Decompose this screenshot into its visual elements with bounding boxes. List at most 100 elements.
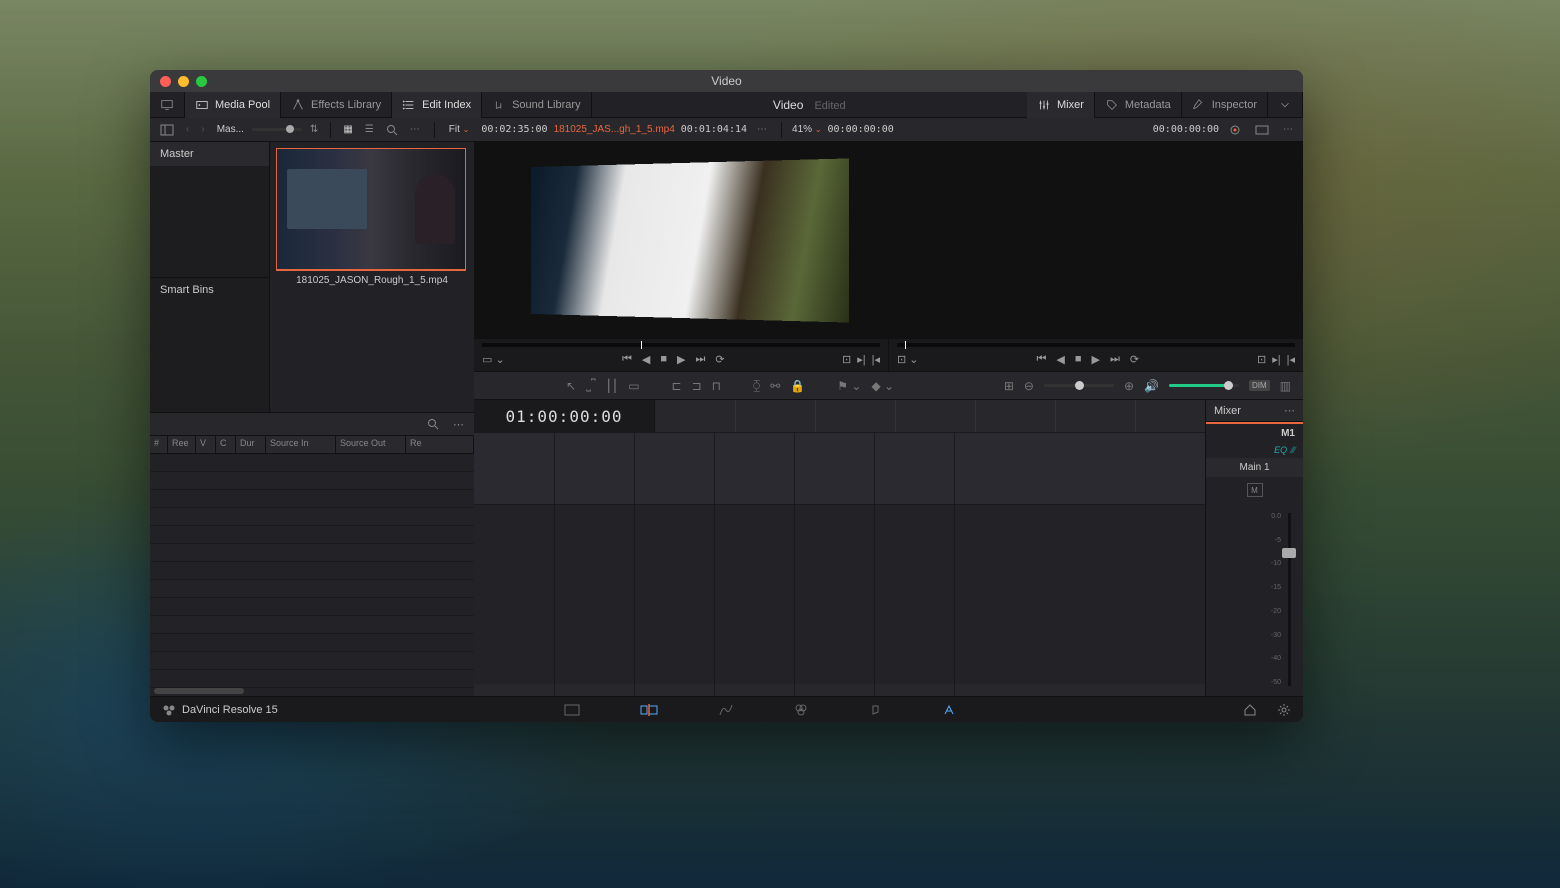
index-col-c[interactable]: C — [216, 436, 236, 453]
dim-button[interactable]: DIM — [1249, 380, 1270, 391]
zoom-slider[interactable] — [1044, 384, 1114, 387]
index-col-reel[interactable]: Ree — [168, 436, 196, 453]
source-scrubber[interactable] — [482, 343, 880, 347]
trim-tool[interactable]: ⎵⎴ — [586, 378, 596, 393]
blade-tool[interactable]: ⎮⎮ — [606, 379, 619, 393]
page-fusion[interactable] — [718, 703, 734, 717]
record-match-frame[interactable]: ⊡ — [1257, 353, 1266, 366]
page-deliver[interactable] — [942, 703, 956, 717]
index-col-srcout[interactable]: Source Out — [336, 436, 406, 453]
zoom-button[interactable] — [196, 76, 207, 87]
thumbnail-size-slider[interactable] — [252, 128, 302, 131]
source-match-frame[interactable]: ⊡ — [842, 353, 851, 366]
media-pool-toggle[interactable]: Media Pool — [185, 92, 281, 118]
sort-button[interactable]: ⇅ — [306, 122, 322, 137]
page-fairlight[interactable] — [868, 703, 882, 717]
index-col-dur[interactable]: Dur — [236, 436, 266, 453]
mixer-options[interactable]: ⋯ — [1284, 404, 1295, 417]
clip-thumbnail[interactable] — [276, 148, 466, 271]
source-canvas[interactable] — [474, 142, 888, 339]
link-toggle[interactable]: ⚯ — [770, 379, 780, 393]
index-options[interactable]: ⋯ — [449, 416, 468, 433]
viewer-mode[interactable] — [1251, 123, 1273, 137]
source-stop[interactable]: ■ — [660, 353, 667, 365]
record-loop[interactable]: ⟳ — [1130, 353, 1139, 366]
sidebar-toggle[interactable] — [156, 122, 178, 138]
meters-toggle[interactable]: ▥ — [1280, 379, 1291, 393]
fader-knob[interactable] — [1282, 548, 1296, 558]
horizontal-scrollbar[interactable] — [154, 688, 244, 694]
page-media[interactable] — [564, 703, 580, 717]
bypass-grades[interactable] — [1225, 122, 1245, 138]
settings-button[interactable] — [1277, 703, 1291, 717]
timeline-timecode[interactable]: 01:00:00:00 — [474, 400, 654, 432]
effects-library-toggle[interactable]: Effects Library — [281, 92, 392, 118]
home-button[interactable] — [1243, 703, 1257, 717]
record-last-frame[interactable]: ⏭ — [1110, 353, 1120, 366]
record-play-reverse[interactable]: ◀ — [1056, 353, 1064, 366]
ui-layout-button[interactable] — [150, 92, 185, 118]
index-col-num[interactable]: # — [150, 436, 168, 453]
record-mark-out[interactable]: |◂ — [1287, 353, 1295, 366]
mute-button[interactable]: 🔊 — [1144, 379, 1159, 393]
timeline-tracks[interactable] — [474, 432, 1205, 696]
source-options[interactable]: ⋯ — [753, 122, 771, 137]
bin-content[interactable]: 181025_JASON_Rough_1_5.mp4 — [270, 142, 474, 412]
search-button[interactable] — [382, 122, 402, 138]
timeline-ruler[interactable] — [654, 400, 1205, 432]
edit-index-toggle[interactable]: Edit Index — [392, 92, 482, 118]
replace-clip[interactable]: ⊓ — [712, 379, 721, 393]
record-mark-in[interactable]: ▸| — [1272, 353, 1280, 366]
minimize-button[interactable] — [178, 76, 189, 87]
insert-tool[interactable]: ▭ — [628, 379, 639, 393]
index-col-re[interactable]: Re — [406, 436, 474, 453]
strip-name[interactable]: Main 1 — [1206, 458, 1303, 477]
source-first-frame[interactable]: ⏮ — [622, 353, 632, 366]
source-loop[interactable]: ⟳ — [715, 353, 724, 366]
marker-dropdown[interactable]: ◆ ⌄ — [871, 379, 894, 393]
viewer-zoom-dropdown[interactable]: Fit ⌄ — [445, 122, 474, 137]
page-color[interactable] — [794, 703, 808, 717]
source-mark-out[interactable]: |◂ — [872, 353, 880, 366]
app-menu[interactable]: DaVinci Resolve 15 — [162, 703, 278, 717]
source-last-frame[interactable]: ⏭ — [696, 353, 706, 366]
source-play-reverse[interactable]: ◀ — [642, 353, 650, 366]
page-edit[interactable] — [640, 703, 658, 717]
source-clip-name[interactable]: 181025_JAS...gh_1_5.mp4 — [554, 124, 675, 135]
close-button[interactable] — [160, 76, 171, 87]
insert-clip[interactable]: ⊏ — [672, 379, 682, 393]
record-stop[interactable]: ■ — [1075, 353, 1082, 365]
bin-options[interactable]: ⋯ — [406, 122, 424, 137]
bin-master[interactable]: Master — [150, 142, 269, 166]
index-body[interactable] — [150, 454, 474, 696]
record-options[interactable]: ⋯ — [1279, 122, 1297, 137]
bin-smart[interactable]: Smart Bins — [150, 277, 269, 302]
window-titlebar[interactable]: Video — [150, 70, 1303, 92]
timeline-view-options[interactable]: ⊞ — [1004, 379, 1014, 393]
arrow-tool[interactable]: ↖ — [566, 379, 576, 393]
nav-back[interactable]: ‹ — [182, 122, 193, 137]
flag-dropdown[interactable]: ⚑ ⌄ — [837, 379, 861, 393]
source-overlay-dropdown[interactable]: ▭ ⌄ — [482, 353, 505, 366]
strip-eq[interactable]: EQ ⫻ — [1206, 443, 1303, 458]
grid-view-button[interactable]: ▦ — [339, 122, 356, 137]
list-view-button[interactable]: ☰ — [361, 122, 378, 137]
record-first-frame[interactable]: ⏮ — [1036, 353, 1046, 366]
record-zoom-dropdown[interactable]: 41% ⌄ — [792, 124, 822, 135]
record-canvas[interactable] — [889, 142, 1303, 339]
index-col-v[interactable]: V — [196, 436, 216, 453]
record-scrubber[interactable] — [897, 343, 1295, 347]
sound-library-toggle[interactable]: Sound Library — [482, 92, 592, 118]
source-mark-in[interactable]: ▸| — [857, 353, 865, 366]
inspector-toggle[interactable]: Inspector — [1182, 92, 1268, 118]
snapping-toggle[interactable]: ⧲ — [753, 378, 760, 393]
index-col-srcin[interactable]: Source In — [266, 436, 336, 453]
bin-breadcrumb[interactable]: Mas... — [217, 124, 244, 135]
source-play[interactable]: ▶ — [677, 353, 685, 366]
expand-button[interactable] — [1268, 92, 1303, 118]
zoom-in[interactable]: ⊕ — [1124, 379, 1134, 393]
nav-forward[interactable]: › — [197, 122, 208, 137]
strip-mute[interactable]: M — [1247, 483, 1263, 497]
metadata-toggle[interactable]: Metadata — [1095, 92, 1182, 118]
lock-toggle[interactable]: 🔒 — [790, 379, 805, 393]
